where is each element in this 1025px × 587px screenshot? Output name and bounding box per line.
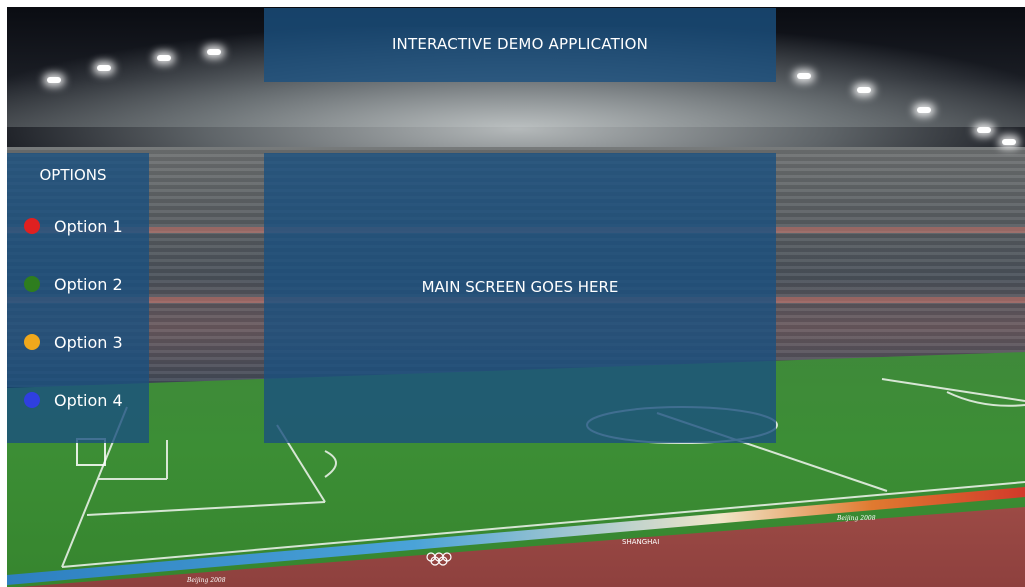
- options-heading: OPTIONS: [39, 166, 107, 184]
- floodlight: [97, 65, 111, 71]
- floodlight: [1002, 139, 1016, 145]
- far-penalty-line: [881, 378, 1025, 402]
- main-screen[interactable]: MAIN SCREEN GOES HERE: [264, 153, 776, 443]
- floodlight: [917, 107, 931, 113]
- option-item-3[interactable]: Option 3: [24, 328, 144, 356]
- penalty-arc: [324, 450, 337, 478]
- option-item-2[interactable]: Option 2: [24, 270, 144, 298]
- banner-text-beijing: Beijing 2008: [186, 577, 226, 584]
- options-sidebar: OPTIONS Option 1 Option 2 Option 3 Optio…: [7, 153, 149, 443]
- option-item-4[interactable]: Option 4: [24, 386, 144, 414]
- green-dot-icon: [24, 276, 40, 292]
- floodlight: [977, 127, 991, 133]
- floodlight: [207, 49, 221, 55]
- app-title: INTERACTIVE DEMO APPLICATION: [391, 35, 649, 53]
- option-label: Option 2: [54, 274, 123, 294]
- title-bar: INTERACTIVE DEMO APPLICATION: [264, 8, 776, 82]
- floodlight: [157, 55, 171, 61]
- yellow-dot-icon: [24, 334, 40, 350]
- floodlight: [797, 73, 811, 79]
- banner-text-beijing: Beijing 2008: [836, 515, 876, 522]
- option-label: Option 3: [54, 332, 123, 352]
- option-label: Option 1: [54, 216, 123, 236]
- floodlight: [857, 87, 871, 93]
- olympic-rings-icon: [426, 552, 452, 566]
- red-dot-icon: [24, 218, 40, 234]
- penalty-box-line: [86, 501, 326, 516]
- option-label: Option 4: [54, 390, 123, 410]
- option-item-1[interactable]: Option 1: [24, 212, 144, 240]
- main-screen-placeholder: MAIN SCREEN GOES HERE: [421, 278, 619, 296]
- goal-line: [61, 481, 1025, 568]
- banner-text-shanghai: SHANGHAI: [622, 538, 659, 546]
- blue-dot-icon: [24, 392, 40, 408]
- floodlight: [47, 77, 61, 83]
